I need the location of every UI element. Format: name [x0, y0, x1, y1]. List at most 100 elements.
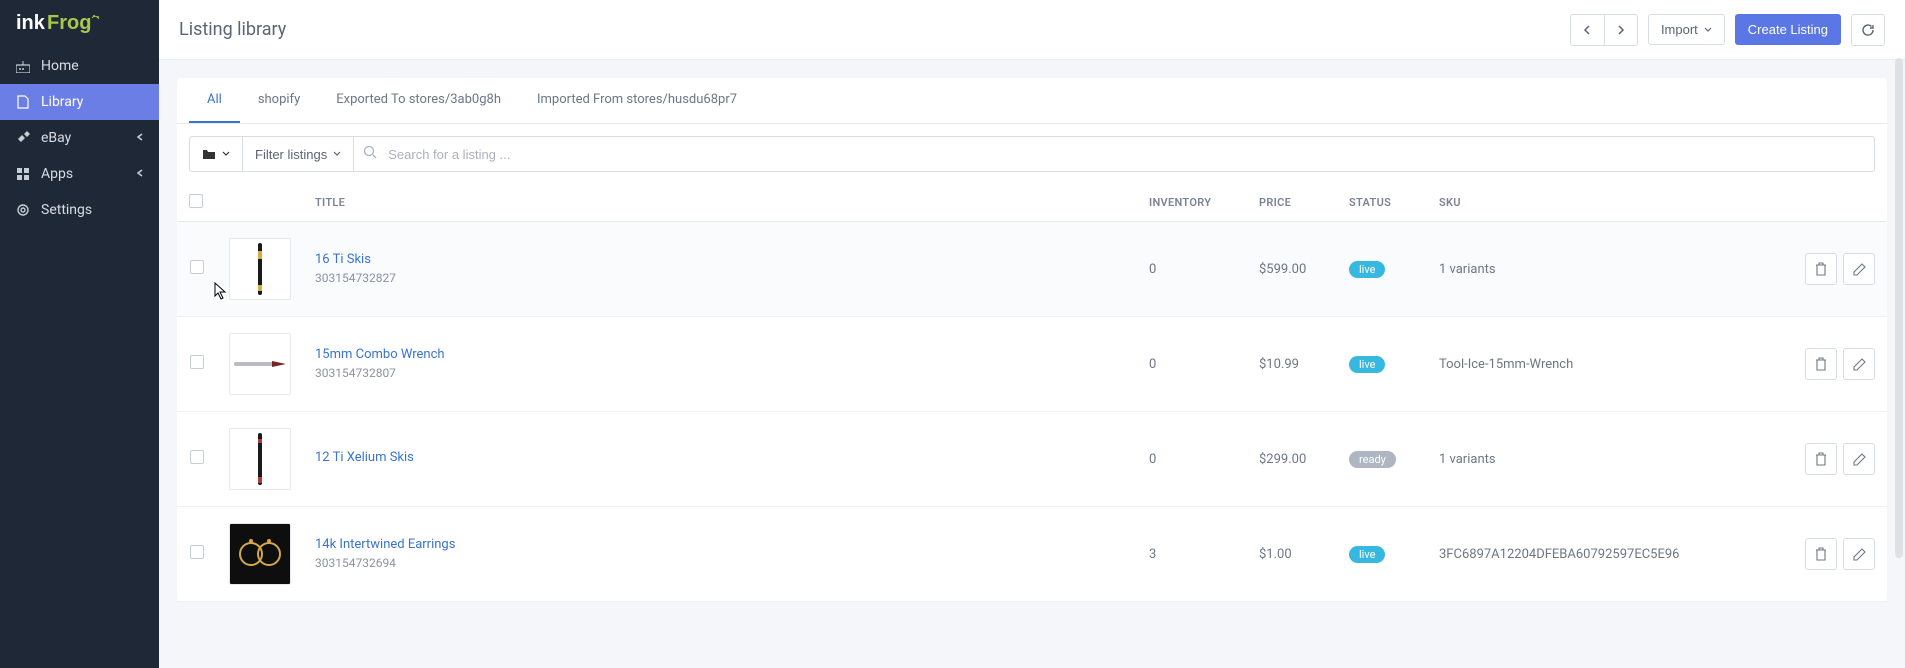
sku-cell: 1 variants	[1427, 412, 1787, 507]
refresh-button[interactable]	[1851, 14, 1885, 46]
listing-id: 303154732807	[315, 366, 396, 380]
main: Listing library Import Create Listing	[159, 0, 1905, 668]
listing-title-link[interactable]: 16 Ti Skis	[315, 252, 1125, 267]
sidebar-item-apps[interactable]: Apps	[0, 156, 159, 192]
search-icon	[363, 145, 377, 163]
col-title[interactable]: TITLE	[303, 184, 1137, 222]
row-checkbox[interactable]	[190, 545, 204, 559]
scrollbar[interactable]	[1895, 58, 1903, 668]
caret-down-icon	[1704, 27, 1712, 33]
status-badge: live	[1349, 356, 1385, 373]
toolbar: Filter listings	[177, 124, 1887, 184]
listing-id: 303154732694	[315, 556, 396, 570]
edit-button[interactable]	[1843, 538, 1875, 570]
listing-title-link[interactable]: 12 Ti Xelium Skis	[315, 450, 1125, 465]
listing-title-link[interactable]: 14k Intertwined Earrings	[315, 537, 1125, 552]
inventory-cell: 3	[1137, 507, 1247, 602]
tab-exported[interactable]: Exported To stores/3ab0g8h	[318, 78, 519, 123]
caret-down-icon	[333, 151, 341, 157]
delete-button[interactable]	[1805, 348, 1837, 380]
filter-label: Filter listings	[255, 147, 327, 162]
sidebar-item-settings[interactable]: Settings	[0, 192, 159, 228]
sidebar-item-label: Library	[41, 94, 83, 110]
import-button[interactable]: Import	[1648, 14, 1725, 45]
status-badge: live	[1349, 261, 1385, 278]
next-button[interactable]	[1604, 14, 1638, 46]
sidebar-item-home[interactable]: Home	[0, 48, 159, 84]
col-inventory[interactable]: INVENTORY	[1137, 184, 1247, 222]
gear-icon	[15, 202, 31, 218]
status-badge: ready	[1349, 451, 1396, 468]
pencil-icon	[1853, 358, 1866, 371]
page-title: Listing library	[179, 19, 286, 40]
tabs: All shopify Exported To stores/3ab0g8h I…	[177, 78, 1887, 124]
folder-icon	[202, 148, 216, 160]
pencil-icon	[1853, 548, 1866, 561]
edit-button[interactable]	[1843, 348, 1875, 380]
pencil-icon	[1853, 263, 1866, 276]
price-cell: $10.99	[1247, 317, 1337, 412]
tab-shopify[interactable]: shopify	[240, 78, 318, 123]
svg-text:ink: ink	[16, 12, 46, 34]
logo[interactable]: ink Frog	[0, 0, 159, 48]
chevron-left-icon	[136, 166, 144, 182]
listing-title-link[interactable]: 15mm Combo Wrench	[315, 347, 1125, 362]
row-checkbox[interactable]	[190, 355, 204, 369]
header-actions: Import Create Listing	[1570, 14, 1885, 46]
create-listing-button[interactable]: Create Listing	[1735, 14, 1841, 45]
price-cell: $1.00	[1247, 507, 1337, 602]
price-cell: $599.00	[1247, 222, 1337, 317]
pencil-icon	[1853, 453, 1866, 466]
col-price[interactable]: PRICE	[1247, 184, 1337, 222]
document-icon	[15, 94, 31, 110]
refresh-icon	[1861, 23, 1875, 37]
sidebar-item-library[interactable]: Library	[0, 84, 159, 120]
sku-cell: 1 variants	[1427, 222, 1787, 317]
folder-button[interactable]	[189, 136, 242, 172]
listings-table: TITLE INVENTORY PRICE STATUS SKU	[177, 184, 1887, 602]
tab-imported[interactable]: Imported From stores/husdu68pr7	[519, 78, 755, 123]
product-thumbnail[interactable]	[229, 333, 291, 395]
delete-button[interactable]	[1805, 538, 1837, 570]
chevron-left-icon	[136, 130, 144, 146]
hammer-icon	[15, 130, 31, 146]
chevron-right-icon	[1617, 24, 1625, 36]
edit-button[interactable]	[1843, 253, 1875, 285]
inventory-cell: 0	[1137, 222, 1247, 317]
inventory-cell: 0	[1137, 317, 1247, 412]
col-sku[interactable]: SKU	[1427, 184, 1787, 222]
delete-button[interactable]	[1805, 253, 1837, 285]
edit-button[interactable]	[1843, 443, 1875, 475]
trash-icon	[1815, 357, 1827, 371]
trash-icon	[1815, 262, 1827, 276]
tab-all[interactable]: All	[189, 78, 240, 123]
product-thumbnail[interactable]	[229, 238, 291, 300]
col-status[interactable]: STATUS	[1337, 184, 1427, 222]
product-thumbnail[interactable]	[229, 428, 291, 490]
sidebar-item-ebay[interactable]: eBay	[0, 120, 159, 156]
table-row[interactable]: 16 Ti Skis 303154732827 0 $599.00 live 1…	[177, 222, 1887, 317]
panel: All shopify Exported To stores/3ab0g8h I…	[177, 78, 1887, 602]
table-row[interactable]: 14k Intertwined Earrings 303154732694 3 …	[177, 507, 1887, 602]
listing-id: 303154732827	[315, 271, 396, 285]
caret-down-icon	[222, 151, 230, 157]
search-wrap	[353, 136, 1875, 172]
filter-listings-button[interactable]: Filter listings	[242, 136, 353, 172]
apps-icon	[15, 166, 31, 182]
select-all-checkbox[interactable]	[189, 194, 203, 208]
header: Listing library Import Create Listing	[159, 0, 1905, 60]
table-row[interactable]: 15mm Combo Wrench 303154732807 0 $10.99 …	[177, 317, 1887, 412]
row-checkbox[interactable]	[190, 450, 204, 464]
trash-icon	[1815, 547, 1827, 561]
row-checkbox[interactable]	[190, 260, 204, 274]
table-row[interactable]: 12 Ti Xelium Skis 0 $299.00 ready 1 vari…	[177, 412, 1887, 507]
delete-button[interactable]	[1805, 443, 1837, 475]
search-input[interactable]	[353, 136, 1875, 172]
sku-cell: Tool-Ice-15mm-Wrench	[1427, 317, 1787, 412]
content: All shopify Exported To stores/3ab0g8h I…	[159, 60, 1905, 668]
product-thumbnail[interactable]	[229, 523, 291, 585]
trash-icon	[1815, 452, 1827, 466]
prev-button[interactable]	[1570, 14, 1604, 46]
svg-text:Frog: Frog	[47, 12, 91, 34]
scrollbar-thumb[interactable]	[1895, 58, 1903, 558]
